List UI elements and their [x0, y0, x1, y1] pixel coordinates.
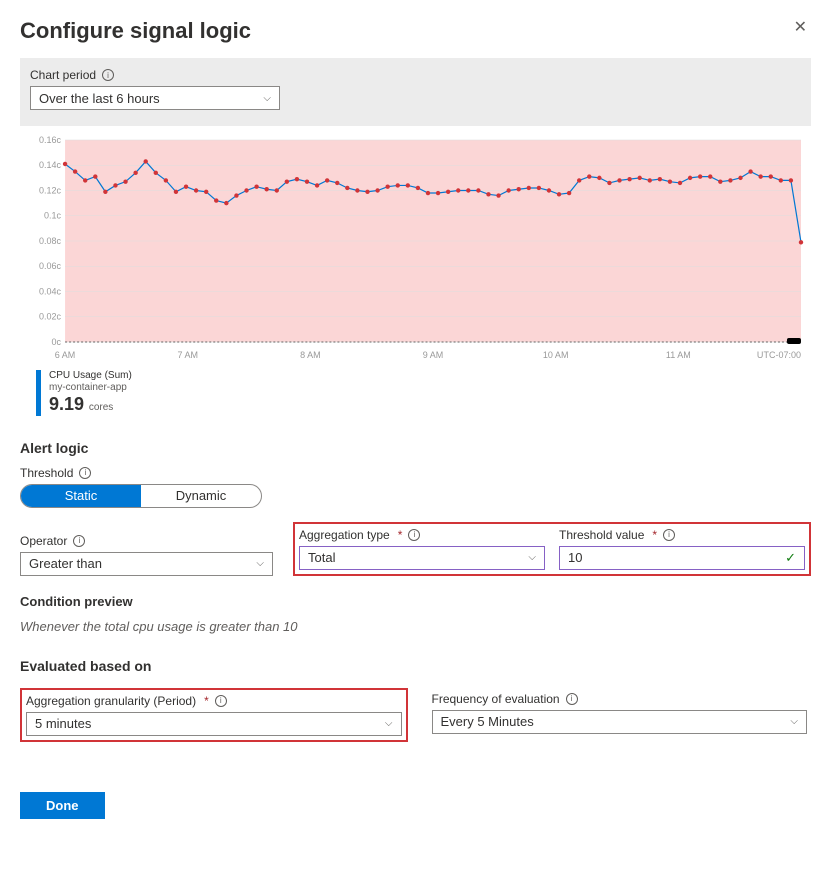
chevron-down-icon: ⌵ — [385, 718, 393, 729]
svg-text:UTC-07:00: UTC-07:00 — [757, 350, 801, 360]
info-icon[interactable]: i — [102, 69, 114, 81]
info-icon[interactable]: i — [408, 529, 420, 541]
legend-resource: my-container-app — [49, 382, 132, 394]
threshold-value-text: 10 — [568, 550, 582, 565]
svg-text:0.16c: 0.16c — [39, 136, 62, 145]
svg-text:11 AM: 11 AM — [666, 350, 691, 360]
info-icon[interactable]: i — [79, 467, 91, 479]
aggregation-type-value: Total — [308, 550, 335, 565]
svg-text:7 AM: 7 AM — [177, 350, 198, 360]
svg-text:0.1c: 0.1c — [44, 211, 62, 221]
info-icon[interactable]: i — [566, 693, 578, 705]
page-title: Configure signal logic — [20, 18, 251, 44]
svg-text:0.06c: 0.06c — [39, 261, 62, 271]
aggregation-type-select[interactable]: Total ⌵ — [299, 546, 545, 570]
highlight-aggregation-threshold: Aggregation type* i Total ⌵ Threshold va… — [293, 522, 811, 576]
chevron-down-icon: ⌵ — [790, 716, 798, 727]
condition-preview-text: Whenever the total cpu usage is greater … — [20, 619, 811, 634]
chart-legend: CPU Usage (Sum) my-container-app 9.19 co… — [36, 370, 811, 416]
svg-text:0.08c: 0.08c — [39, 236, 62, 246]
granularity-value: 5 minutes — [35, 716, 91, 731]
operator-value: Greater than — [29, 556, 102, 571]
check-icon: ✓ — [785, 550, 796, 566]
legend-summary-value: 9.19 — [49, 394, 84, 414]
svg-text:9 AM: 9 AM — [423, 350, 444, 360]
chevron-down-icon: ⌵ — [263, 93, 271, 104]
chart-period-bar: Chart period i Over the last 6 hours ⌵ — [20, 58, 811, 126]
svg-text:0.02c: 0.02c — [39, 312, 62, 322]
chart-period-value: Over the last 6 hours — [39, 91, 160, 106]
frequency-label: Frequency of evaluation — [432, 692, 560, 706]
alert-logic-heading: Alert logic — [20, 440, 811, 456]
aggregation-type-label: Aggregation type — [299, 528, 390, 542]
evaluation-heading: Evaluated based on — [20, 658, 811, 674]
threshold-value-input[interactable]: 10 ✓ — [559, 546, 805, 570]
svg-text:0c: 0c — [52, 337, 62, 347]
frequency-select[interactable]: Every 5 Minutes ⌵ — [432, 710, 808, 734]
svg-text:0.12c: 0.12c — [39, 186, 62, 196]
threshold-value-label: Threshold value — [559, 528, 644, 542]
done-button[interactable]: Done — [20, 792, 105, 819]
threshold-label: Threshold — [20, 466, 73, 480]
chart-period-select[interactable]: Over the last 6 hours ⌵ — [30, 86, 280, 110]
svg-text:6 AM: 6 AM — [55, 350, 76, 360]
condition-preview-label: Condition preview — [20, 594, 811, 609]
granularity-select[interactable]: 5 minutes ⌵ — [26, 712, 402, 736]
threshold-toggle[interactable]: Static Dynamic — [20, 484, 262, 508]
chevron-down-icon: ⌵ — [528, 552, 536, 563]
svg-text:0.04c: 0.04c — [39, 287, 62, 297]
svg-text:0.14c: 0.14c — [39, 160, 62, 170]
chart-period-label: Chart period — [30, 68, 96, 82]
operator-select[interactable]: Greater than ⌵ — [20, 552, 273, 576]
legend-summary-unit: cores — [89, 402, 113, 413]
info-icon[interactable]: i — [215, 695, 227, 707]
metric-chart: 0c 0.02c 0.04c 0.06c 0.08c 0.1c 0.12c 0.14c 0.16… — [20, 136, 811, 416]
operator-label: Operator — [20, 534, 67, 548]
info-icon[interactable]: i — [73, 535, 85, 547]
svg-text:10 AM: 10 AM — [543, 350, 569, 360]
granularity-label: Aggregation granularity (Period) — [26, 694, 196, 708]
close-icon[interactable]: ✕ — [790, 18, 811, 38]
chevron-down-icon: ⌵ — [256, 558, 264, 569]
info-icon[interactable]: i — [663, 529, 675, 541]
svg-text:8 AM: 8 AM — [300, 350, 321, 360]
highlight-granularity: Aggregation granularity (Period)* i 5 mi… — [20, 688, 408, 742]
threshold-dynamic-button[interactable]: Dynamic — [141, 485, 261, 507]
threshold-static-button[interactable]: Static — [21, 485, 141, 507]
frequency-value: Every 5 Minutes — [441, 714, 534, 729]
legend-series-name: CPU Usage (Sum) — [49, 370, 132, 382]
